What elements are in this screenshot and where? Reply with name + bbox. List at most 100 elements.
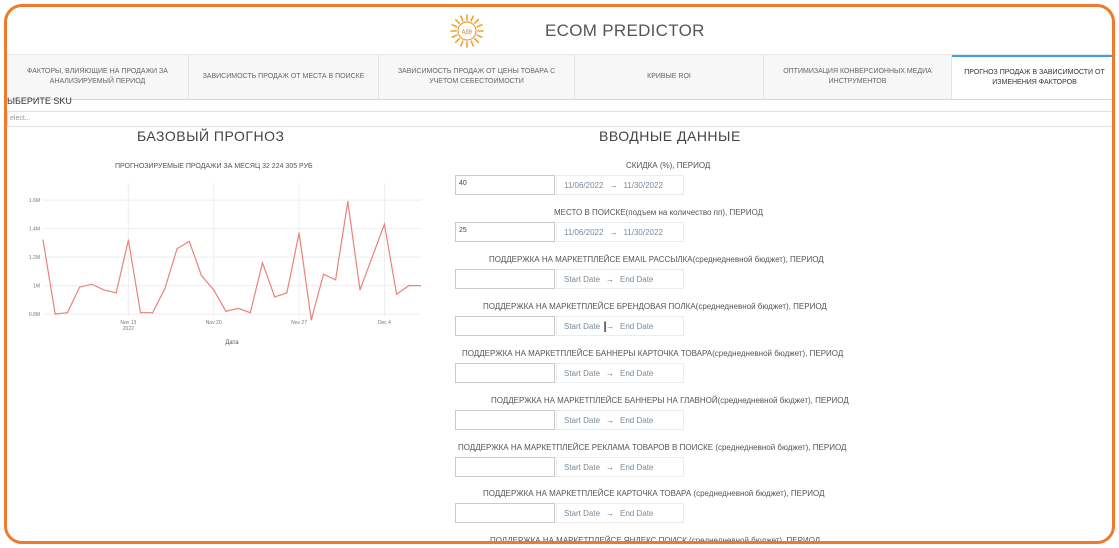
budget-input[interactable] xyxy=(455,363,555,383)
data-point xyxy=(78,286,81,288)
start-date[interactable]: 11/06/2022 xyxy=(564,228,603,237)
logo-ray xyxy=(454,37,461,44)
data-point xyxy=(139,312,142,314)
data-point xyxy=(249,312,251,314)
app-title: ECOM PREDICTOR xyxy=(545,21,705,40)
field-label: ПОДДЕРЖКА НА МАРКЕТПЛЕЙСЕ EMAIL РАССЫЛКА… xyxy=(489,255,824,264)
date-range-picker[interactable]: Start Date → End Date xyxy=(556,363,684,383)
date-range-picker[interactable]: Start Date → End Date xyxy=(556,269,684,289)
date-range-picker[interactable]: Start Date → End Date xyxy=(556,503,684,523)
header: АДВ ECOM PREDICTOR xyxy=(7,7,1112,53)
forecast-title: БАЗОВЫЙ ПРОГНОЗ xyxy=(137,128,285,144)
start-date[interactable]: Start Date xyxy=(564,275,600,284)
date-range-picker[interactable]: Start Date → End Date xyxy=(556,410,684,430)
logo-ray xyxy=(473,18,480,25)
budget-input[interactable]: 40 xyxy=(455,175,555,195)
start-date[interactable]: 11/06/2022 xyxy=(564,181,603,190)
data-point xyxy=(396,293,398,295)
end-date[interactable]: End Date xyxy=(620,463,653,472)
end-date[interactable]: End Date xyxy=(620,416,653,425)
sku-label: ЫБЕРИТЕ SKU xyxy=(7,96,72,106)
x-tick-label: Nov 20 xyxy=(206,320,222,326)
logo-ray xyxy=(476,24,483,28)
end-date[interactable]: 11/30/2022 xyxy=(623,181,662,190)
data-point xyxy=(237,307,239,310)
logo-ray xyxy=(473,37,480,44)
start-date[interactable]: Start Date xyxy=(564,509,600,518)
chart-title: ПРОГНОЗИРУЕМЫЕ ПРОДАЖИ ЗА МЕСЯЦ 32 224 3… xyxy=(115,163,313,170)
x-tick-label: Dec 4 xyxy=(378,320,391,326)
start-date[interactable]: Start Date xyxy=(564,322,600,331)
arrow-right-icon: → xyxy=(606,415,615,425)
end-date[interactable]: End Date xyxy=(620,322,653,331)
inputs-title: ВВОДНЫЕ ДАННЫЕ xyxy=(599,128,741,144)
arrow-right-icon: → xyxy=(606,368,615,378)
budget-input[interactable] xyxy=(455,503,555,523)
data-point xyxy=(213,289,215,291)
logo-ray xyxy=(476,34,483,38)
date-range-picker[interactable]: Start Date → End Date xyxy=(556,457,684,477)
y-tick-label: 1M xyxy=(33,284,40,290)
data-point xyxy=(347,200,349,203)
text-cursor-icon: I xyxy=(603,320,608,336)
data-point xyxy=(66,312,68,314)
arrow-right-icon: → xyxy=(609,180,618,190)
data-point xyxy=(310,319,312,321)
data-point xyxy=(383,223,386,225)
arrow-right-icon: → xyxy=(609,227,618,237)
data-point xyxy=(225,310,227,312)
tab-sales-forecast[interactable]: ПРОГНОЗ ПРОДАЖ В ЗАВИСИМОСТИ ОТ ИЗМЕНЕНИ… xyxy=(952,55,1112,99)
data-point xyxy=(91,283,93,285)
data-point xyxy=(200,275,203,277)
field-label: СКИДКА (%), ПЕРИОД xyxy=(626,161,711,170)
data-point xyxy=(176,247,178,250)
logo-text: АДВ xyxy=(462,30,473,36)
data-point xyxy=(408,285,410,287)
forecast-line-chart: 0.8M1M1.2M1.4M1.6MNov 132022Nov 20 Nov 27… xyxy=(29,183,421,346)
series-line xyxy=(42,201,421,321)
end-date[interactable]: End Date xyxy=(620,509,653,518)
data-point xyxy=(261,262,264,264)
app-frame: АДВ ECOM PREDICTOR ФАКТОРЫ, ВЛИЯЮЩИЕ НА … xyxy=(4,4,1115,544)
end-date[interactable]: 11/30/2022 xyxy=(623,228,662,237)
tab-search-position[interactable]: ЗАВИСИМОСТЬ ПРОДАЖ ОТ МЕСТА В ПОИСКЕ xyxy=(189,55,379,99)
tab-factors[interactable]: ФАКТОРЫ, ВЛИЯЮЩИЕ НА ПРОДАЖИ ЗА АНАЛИЗИР… xyxy=(7,55,189,99)
tab-media-optimization[interactable]: ОПТИМИЗАЦИЯ КОНВЕРСИОННЫХ МЕДИА ИНСТРУМЕ… xyxy=(764,55,952,99)
data-point xyxy=(359,289,361,291)
data-point xyxy=(286,292,288,294)
start-date[interactable]: Start Date xyxy=(564,416,600,425)
field-label: ПОДДЕРЖКА НА МАРКЕТПЛЕЙСЕ БАННЕРЫ НА ГЛА… xyxy=(491,396,849,405)
logo-ray xyxy=(460,15,464,22)
sun-logo-icon: АДВ xyxy=(450,14,484,48)
budget-input[interactable]: 25 xyxy=(455,222,555,242)
start-date[interactable]: Start Date xyxy=(564,369,600,378)
budget-input[interactable] xyxy=(455,269,555,289)
data-point xyxy=(335,279,337,281)
x-tick-sublabel: 2022 xyxy=(123,326,134,332)
arrow-right-icon: → xyxy=(606,508,615,518)
field-label: ПОДДЕРЖКА НА МАРКЕТПЛЕЙСЕ ЯНДЕКС ПОИСК (… xyxy=(490,536,821,544)
data-point xyxy=(371,256,373,258)
tab-bar: ФАКТОРЫ, ВЛИЯЮЩИЕ НА ПРОДАЖИ ЗА АНАЛИЗИР… xyxy=(7,54,1112,100)
budget-input[interactable] xyxy=(455,316,555,336)
budget-input[interactable] xyxy=(455,410,555,430)
x-axis-label: Дата xyxy=(225,340,239,346)
budget-input[interactable] xyxy=(455,457,555,477)
date-range-picker[interactable]: 11/06/2022 → 11/30/2022 xyxy=(556,175,684,195)
sku-select[interactable]: elect... xyxy=(7,111,1112,127)
end-date[interactable]: End Date xyxy=(620,369,653,378)
x-tick-label: Nov 27 xyxy=(291,320,307,326)
data-point xyxy=(164,287,166,290)
field-label: ПОДДЕРЖКА НА МАРКЕТПЛЕЙСЕ БАННЕРЫ КАРТОЧ… xyxy=(462,349,844,358)
date-range-picker[interactable]: Start Date → End Date xyxy=(556,316,684,336)
start-date[interactable]: Start Date xyxy=(564,463,600,472)
date-range-picker[interactable]: 11/06/2022 → 11/30/2022 xyxy=(556,222,684,242)
field-label: МЕСТО В ПОИСКЕ(подъем на количество пп),… xyxy=(554,208,764,217)
data-point xyxy=(322,273,325,275)
end-date[interactable]: End Date xyxy=(620,275,653,284)
tab-price-dependency[interactable]: ЗАВИСИМОСТЬ ПРОДАЖ ОТ ЦЕНЫ ТОВАРА С УЧЕТ… xyxy=(379,55,575,99)
logo-ray xyxy=(470,40,474,47)
data-point xyxy=(274,296,276,298)
tab-roi-curves[interactable]: КРИВЫЕ ROI xyxy=(575,55,764,99)
logo-ray xyxy=(451,34,458,38)
